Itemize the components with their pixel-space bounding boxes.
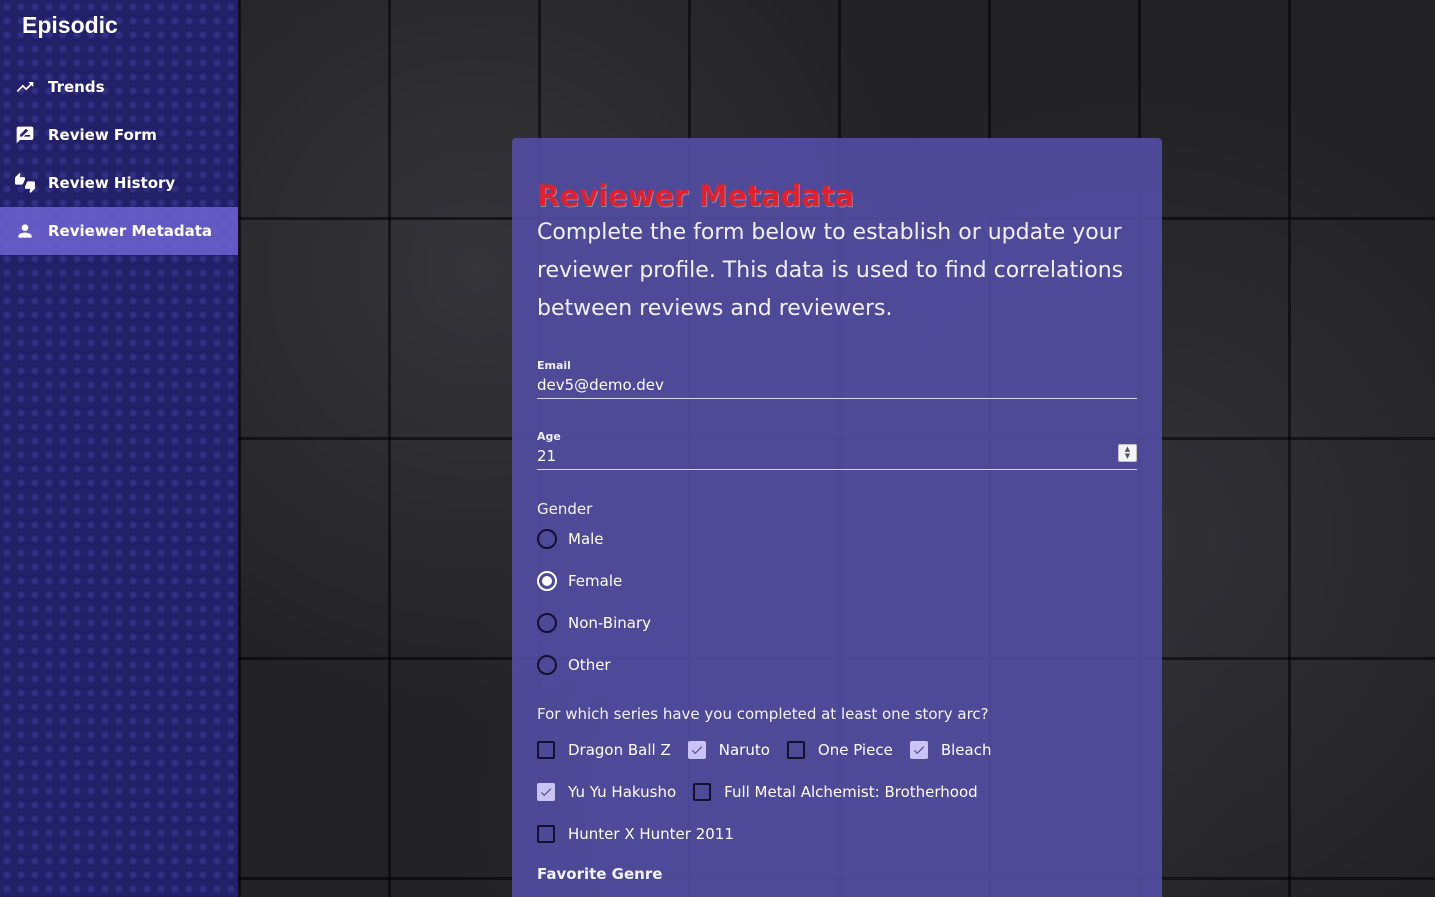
checkbox-label: Hunter X Hunter 2011 [568,825,734,843]
series-option-fullmetal-alchemist[interactable]: Full Metal Alchemist: Brotherhood [693,771,978,813]
gender-radio-group: Male Female Non-Binary Other [537,518,1137,686]
form-intro: Complete the form below to establish or … [537,220,1124,321]
check-icon [540,788,552,797]
gender-option-female[interactable]: Female [537,560,1137,602]
checkbox[interactable] [537,825,555,843]
sidebar: Episodic Trends Review Form Review Histo… [0,0,238,897]
radio-label: Female [568,572,623,590]
age-input[interactable] [537,447,1097,465]
favorite-genre-label: Favorite Genre [537,865,663,883]
radio-button[interactable] [537,529,557,549]
sidebar-item-label: Trends [48,78,105,96]
checkbox[interactable] [537,783,555,801]
gender-option-other[interactable]: Other [537,644,1137,686]
radio-label: Male [568,530,604,548]
sidebar-item-reviewer-metadata[interactable]: Reviewer Metadata [0,207,238,255]
radio-button[interactable] [537,613,557,633]
checkbox-label: One Piece [817,741,893,759]
email-input-wrapper [537,372,1137,399]
checkbox-label: Full Metal Alchemist: Brotherhood [724,783,978,801]
series-option-bleach[interactable]: Bleach [909,729,992,771]
checkbox-label: Yu Yu Hakusho [568,783,677,801]
trending-up-icon [14,76,36,98]
sidebar-nav: Trends Review Form Review History Review… [0,63,238,255]
series-option-one-piece[interactable]: One Piece [786,729,893,771]
email-input[interactable] [537,376,1097,394]
checkbox[interactable] [909,741,928,759]
checkbox-label: Naruto [718,741,770,759]
checkbox[interactable] [687,741,706,759]
email-field: Email [537,359,1137,399]
sidebar-item-label: Reviewer Metadata [48,222,213,240]
thumbs-up-down-icon [14,172,36,194]
age-field: Age ▲ ▼ [537,430,1137,470]
page-title: Reviewer Metadata [537,179,855,213]
sidebar-item-label: Review Form [48,126,157,144]
reviewer-metadata-form: Reviewer Metadata Complete the form belo… [512,138,1162,897]
checkbox[interactable] [693,783,712,801]
radio-button[interactable] [537,571,557,591]
app-title: Episodic [22,12,118,38]
sidebar-item-trends[interactable]: Trends [0,63,238,111]
radio-button[interactable] [537,655,557,675]
check-icon [691,746,702,755]
series-question: For which series have you completed at l… [537,705,989,723]
person-icon [14,220,36,242]
checkbox[interactable] [537,741,555,759]
age-stepper[interactable]: ▲ ▼ [1118,444,1137,462]
series-option-dragon-ball-z[interactable]: Dragon Ball Z [537,729,671,771]
sidebar-item-review-history[interactable]: Review History [0,159,238,207]
series-option-yu-yu-hakusho[interactable]: Yu Yu Hakusho [537,771,676,813]
check-icon [913,746,925,755]
stepper-down-icon[interactable]: ▼ [1125,453,1130,460]
checkbox-label: Dragon Ball Z [568,741,671,759]
checkbox-label: Bleach [940,741,992,759]
gender-option-male[interactable]: Male [537,518,1137,560]
rate-review-icon [14,124,36,146]
age-input-wrapper: ▲ ▼ [537,443,1137,470]
series-checkbox-group: Dragon Ball Z Naruto One Piece Bleach Yu… [537,729,1137,855]
gender-option-non-binary[interactable]: Non-Binary [537,602,1137,644]
radio-label: Non-Binary [568,614,651,632]
age-label: Age [537,430,561,443]
sidebar-item-label: Review History [48,174,176,192]
sidebar-item-review-form[interactable]: Review Form [0,111,238,159]
gender-label: Gender [537,500,593,518]
series-option-hunter-x-hunter[interactable]: Hunter X Hunter 2011 [537,813,734,855]
checkbox[interactable] [786,741,805,759]
email-label: Email [537,359,571,372]
series-option-naruto[interactable]: Naruto [687,729,770,771]
radio-label: Other [568,656,611,674]
